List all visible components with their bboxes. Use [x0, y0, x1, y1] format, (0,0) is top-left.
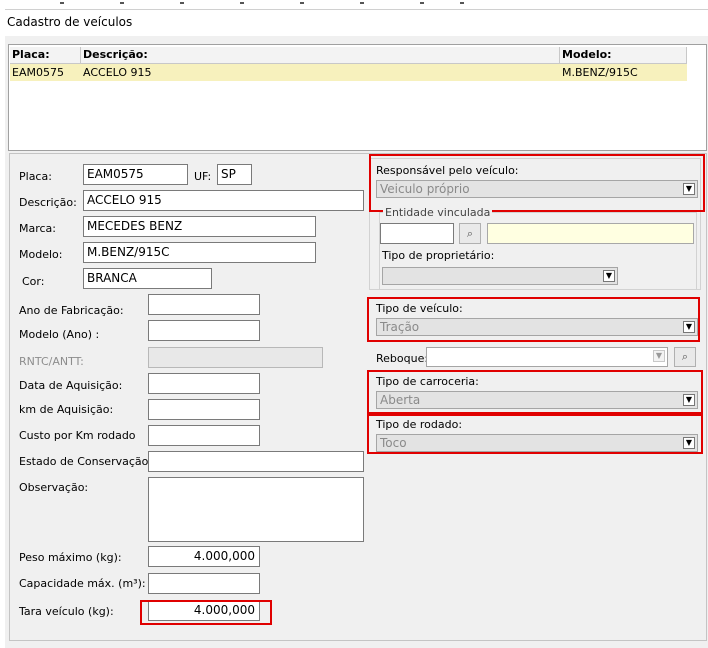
modelo-input[interactable]: M.BENZ/915C — [83, 242, 316, 263]
binoculars-icon[interactable]: ⌕ — [674, 347, 696, 367]
tipo-carroceria-highlight — [367, 370, 703, 414]
descricao-label: Descrição: — [19, 196, 77, 209]
tipo-veiculo-highlight — [367, 297, 700, 342]
data-aquisicao-input[interactable] — [148, 373, 260, 394]
rntc-label: RNTC/ANTT: — [19, 355, 84, 368]
tipo-proprietario-select[interactable]: ▼ — [382, 267, 618, 285]
cor-input[interactable]: BRANCA — [83, 268, 212, 289]
background-window-edge — [0, 9, 5, 648]
column-header-descricao[interactable]: Descrição: — [81, 47, 560, 64]
cell-descricao: ACCELO 915 — [81, 64, 560, 81]
estado-conservacao-label: Estado de Conservação: — [19, 455, 153, 468]
tipo-rodado-highlight — [367, 414, 703, 454]
custo-km-label: Custo por Km rodado — [19, 429, 136, 442]
tipo-proprietario-label: Tipo de proprietário: — [382, 249, 495, 262]
cor-label: Cor: — [22, 275, 45, 288]
reboque-select[interactable]: ▼ — [426, 347, 668, 367]
km-aquisicao-input[interactable] — [148, 399, 260, 420]
vehicle-form-panel: Placa: EAM0575 UF: SP Descrição: ACCELO … — [9, 153, 707, 641]
custo-km-input[interactable] — [148, 425, 260, 446]
data-aquisicao-label: Data de Aquisição: — [19, 379, 123, 392]
vehicles-grid[interactable]: Placa: Descrição: Modelo: EAM0575 ACCELO… — [8, 44, 707, 151]
uf-input[interactable]: SP — [217, 164, 252, 185]
descricao-input[interactable]: ACCELO 915 — [83, 190, 364, 211]
entidade-legend: Entidade vinculada — [383, 206, 493, 219]
rntc-input — [148, 347, 323, 368]
estado-conservacao-input[interactable] — [148, 451, 364, 472]
capacidade-input[interactable] — [148, 573, 260, 594]
title-bar: Cadastro de veículos — [5, 10, 708, 36]
modelo-ano-input[interactable] — [148, 320, 260, 341]
tara-highlight — [140, 600, 272, 625]
responsavel-highlight — [369, 154, 705, 212]
marca-label: Marca: — [19, 222, 57, 235]
column-header-modelo[interactable]: Modelo: — [560, 47, 687, 64]
entidade-code-input[interactable] — [380, 223, 454, 244]
background-window-strip — [0, 0, 708, 10]
peso-maximo-input[interactable]: 4.000,000 — [148, 546, 260, 567]
chevron-down-icon: ▼ — [653, 350, 665, 362]
modelo-ano-label: Modelo (Ano) : — [19, 328, 100, 341]
binoculars-icon[interactable]: ⌕ — [459, 223, 481, 244]
chevron-down-icon: ▼ — [603, 270, 615, 282]
entidade-name-field — [487, 223, 694, 244]
column-header-placa[interactable]: Placa: — [10, 47, 81, 64]
capacidade-label: Capacidade máx. (m³): — [19, 577, 146, 590]
reboque-label: Reboque: — [376, 352, 429, 365]
observacao-label: Observação: — [19, 481, 89, 494]
placa-input[interactable]: EAM0575 — [83, 164, 188, 185]
placa-label: Placa: — [19, 170, 52, 183]
modelo-label: Modelo: — [19, 248, 63, 261]
ano-fabricacao-label: Ano de Fabricação: — [19, 304, 124, 317]
tara-label: Tara veículo (kg): — [19, 605, 114, 618]
marca-input[interactable]: MECEDES BENZ — [83, 216, 316, 237]
window-title: Cadastro de veículos — [7, 15, 133, 29]
uf-label: UF: — [194, 170, 212, 183]
observacao-textarea[interactable] — [148, 477, 364, 542]
ano-fabricacao-input[interactable] — [148, 294, 260, 315]
cell-placa: EAM0575 — [10, 64, 81, 81]
peso-maximo-label: Peso máximo (kg): — [19, 551, 122, 564]
km-aquisicao-label: km de Aquisição: — [19, 403, 114, 416]
cell-modelo: M.BENZ/915C — [560, 64, 687, 81]
